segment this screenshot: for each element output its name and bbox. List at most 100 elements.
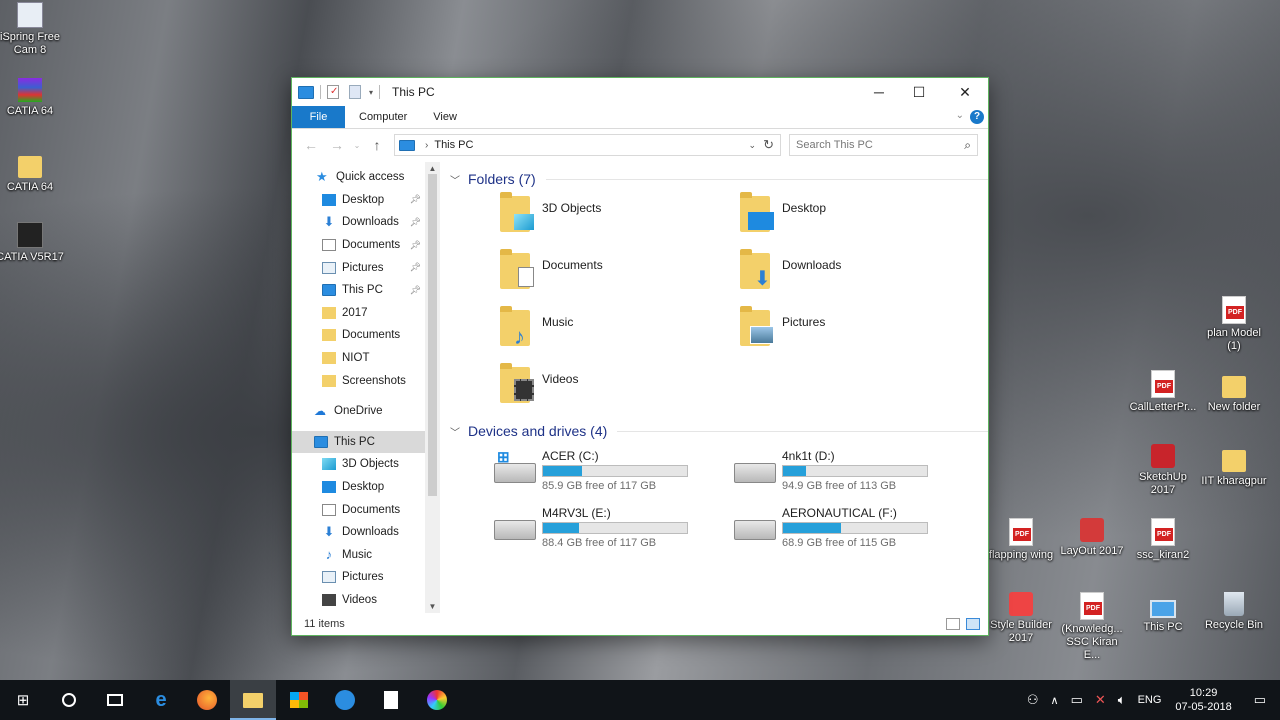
network-icon[interactable]: ✕ (1089, 692, 1112, 708)
nav-pc-item[interactable]: 3D Objects (292, 453, 425, 476)
folder-tile[interactable]: ⬇ Downloads (740, 249, 960, 303)
details-view-icon[interactable] (946, 618, 960, 630)
language-indicator[interactable]: ENG (1132, 694, 1168, 706)
nav-pc-item[interactable]: Documents (292, 498, 425, 521)
folder-tile[interactable]: Documents (500, 249, 720, 303)
help-icon[interactable]: ? (970, 110, 984, 124)
expand-ribbon-icon[interactable]: ⌄ (956, 110, 964, 121)
pin-icon[interactable]: 📌︎ (410, 194, 421, 205)
folder-tile[interactable]: 3D Objects (500, 192, 720, 246)
nav-scrollbar[interactable]: ▲ ▼ (425, 162, 440, 613)
tab-computer[interactable]: Computer (345, 106, 421, 128)
search-input[interactable]: Search This PC ⌕ (789, 134, 978, 156)
drive-tile[interactable]: AERONAUTICAL (F:) 68.9 GB free of 115 GB (734, 506, 974, 554)
desktop-icon-ispring[interactable]: iSpring Free Cam 8 (0, 2, 65, 57)
nav-quick-item[interactable]: Screenshots (292, 369, 425, 392)
pin-icon[interactable]: 📌︎ (410, 240, 421, 251)
large-icons-view-icon[interactable] (966, 618, 980, 630)
desktop-icon-new-folder[interactable]: New folder (1199, 370, 1269, 414)
show-hidden-icons-icon[interactable]: ∧ (1045, 694, 1065, 707)
nav-pc-item[interactable]: ⬇ Downloads (292, 521, 425, 544)
maximize-button[interactable]: ☐ (896, 78, 942, 106)
scrollbar-thumb[interactable] (428, 174, 437, 496)
pin-icon[interactable]: 📌︎ (410, 217, 421, 228)
clock[interactable]: 10:29 07-05-2018 (1167, 686, 1239, 714)
app-button[interactable] (322, 680, 368, 720)
pin-icon[interactable]: 📌︎ (410, 262, 421, 273)
chevron-down-icon[interactable]: ﹀ (450, 172, 460, 187)
desktop-icon-catia-v5r17[interactable]: CATIA V5R17 (0, 222, 65, 264)
address-bar[interactable]: › This PC ⌄ ↻ (394, 134, 781, 156)
nav-quick-item[interactable]: Documents 📌︎ (292, 234, 425, 257)
document-button[interactable] (368, 680, 414, 720)
nav-pc-item[interactable]: Pictures (292, 566, 425, 589)
forward-button[interactable]: → (324, 137, 350, 153)
desktop-icon-recycle-bin[interactable]: Recycle Bin (1199, 592, 1269, 632)
nav-quick-access[interactable]: ★ Quick access (292, 166, 425, 189)
folder-tile[interactable]: Pictures (740, 306, 960, 360)
folder-tile[interactable]: Videos (500, 363, 720, 417)
task-view-button[interactable] (92, 680, 138, 720)
desktop-icon-sketchup[interactable]: SketchUp 2017 (1128, 444, 1198, 497)
people-icon[interactable]: ⚇ (1021, 692, 1045, 708)
breadcrumb-chevron-icon[interactable]: › (425, 140, 428, 151)
desktop-icon-this-pc[interactable]: This PC (1128, 592, 1198, 634)
nav-quick-item[interactable]: ⬇ Downloads 📌︎ (292, 211, 425, 234)
nav-quick-item[interactable]: NIOT (292, 347, 425, 370)
close-button[interactable]: ✕ (942, 78, 988, 106)
nav-quick-item[interactable]: Pictures 📌︎ (292, 256, 425, 279)
drive-tile[interactable]: 4nk1t (D:) 94.9 GB free of 113 GB (734, 449, 974, 497)
desktop-icon-catia64-b[interactable]: CATIA 64 (0, 150, 65, 194)
desktop-icon-flapping-wing[interactable]: flapping wing (986, 518, 1056, 562)
refresh-icon[interactable]: ↻ (763, 137, 774, 153)
new-folder-icon[interactable] (349, 85, 361, 99)
drives-group-header[interactable]: ﹀ Devices and drives (4) (450, 419, 988, 443)
file-explorer-button[interactable] (230, 680, 276, 720)
quick-access-dropdown-icon[interactable]: ▾ (369, 88, 373, 97)
desktop-icon-ssc-kiran2[interactable]: ssc_kiran2 (1128, 518, 1198, 562)
desktop-icon-iit-kharagpur[interactable]: IIT kharagpur (1199, 444, 1269, 488)
desktop-icon-knowledge-ssc[interactable]: (Knowledg... SSC Kiran E... (1057, 592, 1127, 662)
scroll-down-icon[interactable]: ▼ (425, 602, 440, 611)
start-button[interactable]: ⊞ (0, 680, 46, 720)
nav-this-pc[interactable]: This PC (292, 430, 425, 454)
volume-icon[interactable]: 🔈︎ (1112, 692, 1132, 708)
tab-view[interactable]: View (421, 106, 471, 128)
nav-onedrive[interactable]: ☁ OneDrive (292, 400, 425, 423)
up-button[interactable]: ↑ (364, 137, 390, 153)
address-dropdown-icon[interactable]: ⌄ (748, 140, 756, 151)
title-bar[interactable]: ✓ ▾ This PC ─ ☐ ✕ (292, 78, 988, 106)
store-button[interactable] (276, 680, 322, 720)
tab-file[interactable]: File (292, 106, 345, 128)
nav-quick-item[interactable]: 2017 (292, 302, 425, 325)
drive-tile[interactable]: ⊞ ACER (C:) 85.9 GB free of 117 GB (494, 449, 734, 497)
nav-quick-item[interactable]: This PC 📌︎ (292, 279, 425, 302)
edge-button[interactable]: e (138, 680, 184, 720)
desktop-icon-layout[interactable]: LayOut 2017 (1057, 518, 1127, 558)
nav-quick-item[interactable]: Documents (292, 324, 425, 347)
nav-pc-item[interactable]: Videos (292, 589, 425, 612)
folders-group-header[interactable]: ﹀ Folders (7) (450, 167, 988, 191)
properties-icon[interactable]: ✓ (327, 85, 339, 99)
folder-tile[interactable]: Desktop (740, 192, 960, 246)
back-button[interactable]: ← (298, 137, 324, 153)
nav-pc-item[interactable]: ♪ Music (292, 544, 425, 567)
battery-icon[interactable]: ▭ (1065, 692, 1089, 708)
folder-tile[interactable]: ♪ Music (500, 306, 720, 360)
pin-icon[interactable]: 📌︎ (410, 285, 421, 296)
scroll-up-icon[interactable]: ▲ (425, 164, 440, 173)
firefox-button[interactable] (184, 680, 230, 720)
chevron-down-icon[interactable]: ﹀ (450, 424, 460, 439)
cortana-button[interactable] (46, 680, 92, 720)
nav-quick-item[interactable]: Desktop 📌︎ (292, 189, 425, 212)
nav-pc-item[interactable]: Desktop (292, 476, 425, 499)
action-center-icon[interactable]: ▭ (1240, 692, 1280, 708)
color-app-button[interactable] (414, 680, 460, 720)
desktop-icon-plan-model[interactable]: plan Model (1) (1199, 296, 1269, 353)
drive-tile[interactable]: M4RV3L (E:) 88.4 GB free of 117 GB (494, 506, 734, 554)
desktop-icon-catia64-a[interactable]: CATIA 64 (0, 78, 65, 118)
breadcrumb[interactable]: This PC (434, 139, 473, 151)
desktop-icon-callletter[interactable]: CallLetterPr... (1128, 370, 1198, 414)
desktop-icon-style-builder[interactable]: Style Builder 2017 (986, 592, 1056, 645)
recent-locations-icon[interactable]: ⌄ (350, 141, 364, 150)
